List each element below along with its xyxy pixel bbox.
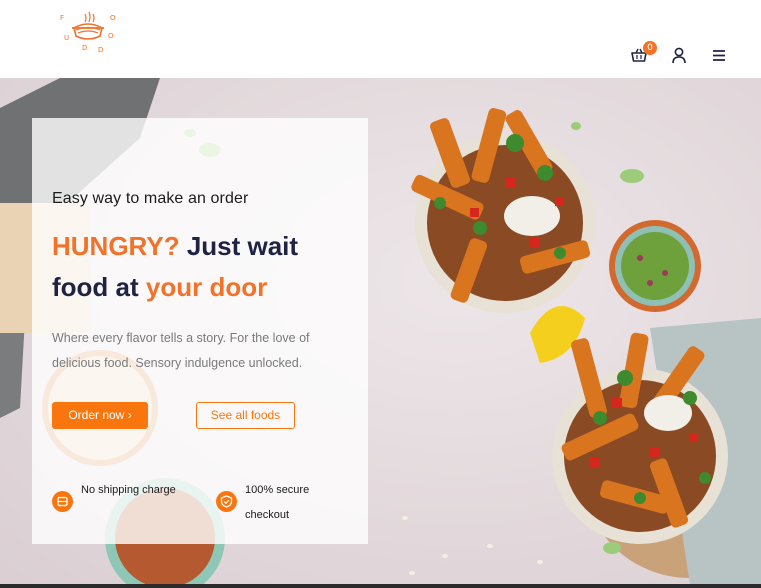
feature-label: No shipping charge [81, 484, 176, 496]
order-now-button[interactable]: Order now › [52, 402, 148, 429]
user-icon [672, 47, 686, 64]
svg-text:F: F [60, 14, 64, 22]
feature-label: 100% secure checkout [245, 484, 310, 521]
headline-accent-hungry: HUNGRY? [52, 231, 180, 261]
header-actions: 0 [630, 41, 740, 68]
hero-card: Easy way to make an order HUNGRY? Just w… [32, 118, 368, 544]
hero-description: Where every flavor tells a story. For th… [52, 331, 310, 370]
hero-headline: HUNGRY? Just wait food at your door [52, 226, 352, 308]
car-icon [52, 491, 73, 512]
site-header: F U D O O D 0 [0, 0, 761, 78]
feature-no-shipping: No shipping charge [52, 478, 182, 528]
headline-accent-door: your door [145, 272, 268, 302]
svg-text:D: D [82, 44, 87, 52]
cart-button[interactable]: 0 [630, 41, 657, 66]
account-button[interactable] [670, 44, 692, 66]
shield-icon [216, 491, 237, 512]
chevron-right-icon: › [127, 408, 132, 422]
see-all-foods-button[interactable]: See all foods [196, 402, 295, 429]
svg-text:O: O [108, 32, 114, 40]
menu-icon [713, 50, 725, 61]
feature-secure-checkout: 100% secure checkout [216, 478, 346, 528]
cart-count-badge: 0 [643, 41, 657, 55]
fudo-logo-icon: F U D O O D [60, 11, 116, 54]
brand-logo[interactable]: F U D O O D [52, 0, 124, 60]
menu-button[interactable] [710, 44, 732, 66]
svg-text:U: U [64, 34, 69, 42]
order-now-label: Order now [68, 408, 125, 422]
svg-text:D: D [98, 46, 103, 54]
hero-subtitle: Easy way to make an order [52, 190, 249, 207]
bottom-edge-bar [0, 584, 761, 588]
svg-text:O: O [110, 14, 116, 22]
